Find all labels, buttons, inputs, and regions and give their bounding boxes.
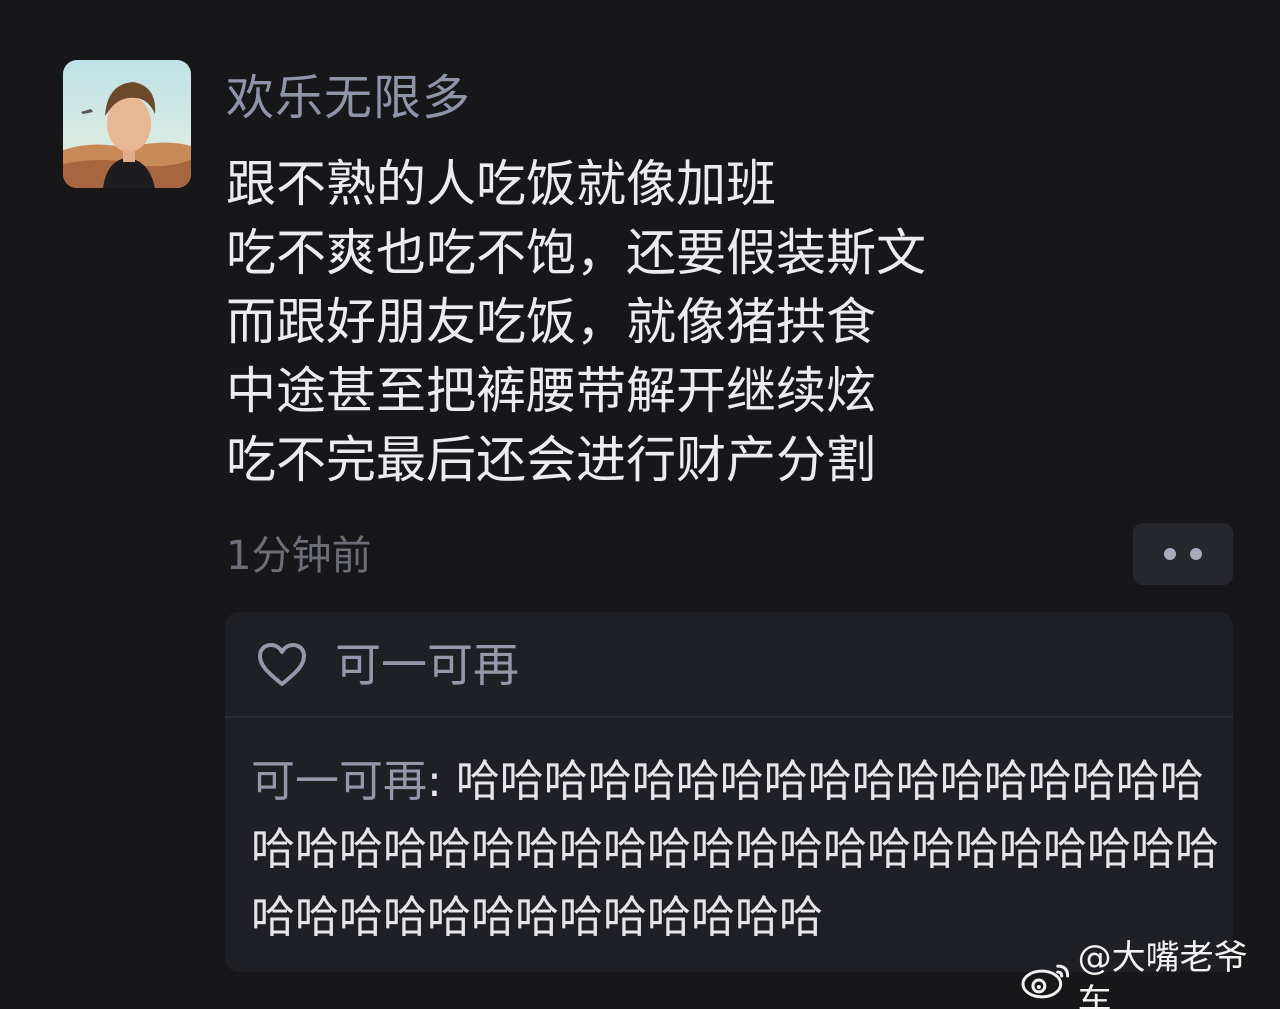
watermark: @大嘴老爷车 <box>1020 938 1280 1009</box>
weibo-icon <box>1021 964 1070 999</box>
post-line: 吃不爽也吃不饱，还要假装斯文 <box>226 224 926 282</box>
liker-name[interactable]: 可一可再 <box>335 638 519 692</box>
post-line: 跟不熟的人吃饭就像加班 <box>226 155 776 213</box>
post-username[interactable]: 欢乐无限多 <box>226 70 471 126</box>
comment-separator: : <box>427 756 456 807</box>
watermark-text: @大嘴老爷车 <box>1077 938 1248 1009</box>
post-line: 吃不完最后还会进行财产分割 <box>226 431 876 489</box>
more-options-button[interactable] <box>1133 523 1233 585</box>
card-divider <box>225 716 1233 718</box>
heart-outline-icon[interactable] <box>257 642 307 688</box>
likes-row: 可一可再 <box>225 612 1233 716</box>
more-dots-icon <box>1157 548 1209 560</box>
interaction-card: 可一可再 可一可再: 哈哈哈哈哈哈哈哈哈哈哈哈哈哈哈哈哈哈哈哈哈哈哈哈哈哈哈哈哈… <box>225 612 1233 972</box>
avatar[interactable] <box>63 60 191 188</box>
post-timestamp: 1分钟前 <box>226 533 372 579</box>
comment-author[interactable]: 可一可再 <box>251 756 427 807</box>
comment[interactable]: 可一可再: 哈哈哈哈哈哈哈哈哈哈哈哈哈哈哈哈哈哈哈哈哈哈哈哈哈哈哈哈哈哈哈哈哈哈… <box>251 748 1231 952</box>
post-body: 跟不熟的人吃饭就像加班 吃不爽也吃不饱，还要假装斯文 而跟好朋友吃饭，就像猪拱食… <box>226 150 1226 495</box>
post-line: 中途甚至把裤腰带解开继续炫 <box>226 362 876 420</box>
post-line: 而跟好朋友吃饭，就像猪拱食 <box>226 293 876 351</box>
